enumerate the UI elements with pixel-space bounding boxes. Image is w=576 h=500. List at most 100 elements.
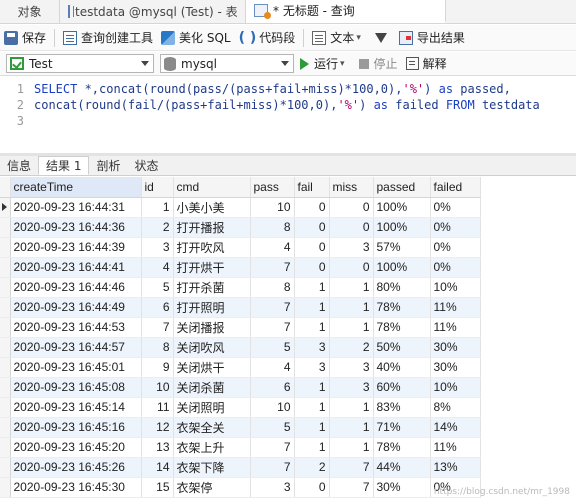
column-header-passed[interactable]: passed xyxy=(373,177,431,198)
save-button[interactable]: 保存 xyxy=(4,29,46,46)
cell-cmd[interactable]: 打开播报 xyxy=(173,217,251,238)
column-header-id[interactable]: id xyxy=(141,177,174,198)
cell-id[interactable]: 14 xyxy=(141,457,174,478)
cell-createtime[interactable]: 2020-09-23 16:44:39 xyxy=(10,237,142,258)
cell-cmd[interactable]: 关闭播报 xyxy=(173,317,251,338)
cell-passed[interactable]: 30% xyxy=(373,477,431,498)
cell-miss[interactable]: 0 xyxy=(329,217,374,238)
query-builder-button[interactable]: 查询创建工具 xyxy=(63,29,153,46)
cell-cmd[interactable]: 衣架上升 xyxy=(173,437,251,458)
cell-pass[interactable]: 4 xyxy=(250,237,295,258)
cell-failed[interactable]: 14% xyxy=(430,417,481,438)
cell-id[interactable]: 12 xyxy=(141,417,174,438)
beautify-sql-button[interactable]: 美化 SQL xyxy=(161,29,231,46)
row-header[interactable] xyxy=(0,477,11,498)
cell-pass[interactable]: 7 xyxy=(250,437,295,458)
table-row[interactable]: 2020-09-23 16:44:31 1 小美小美 10 0 0 100% 0% xyxy=(0,197,481,218)
column-header-createtime[interactable]: createTime xyxy=(10,177,142,198)
cell-failed[interactable]: 0% xyxy=(430,257,481,278)
cell-cmd[interactable]: 关闭烘干 xyxy=(173,357,251,378)
cell-passed[interactable]: 71% xyxy=(373,417,431,438)
cell-failed[interactable]: 0% xyxy=(430,237,481,258)
cell-miss[interactable]: 1 xyxy=(329,437,374,458)
cell-fail[interactable]: 1 xyxy=(294,417,330,438)
cell-fail[interactable]: 1 xyxy=(294,277,330,298)
cell-failed[interactable]: 11% xyxy=(430,297,481,318)
cell-createtime[interactable]: 2020-09-23 16:44:49 xyxy=(10,297,142,318)
text-dropdown-icon[interactable]: ▾ xyxy=(356,33,361,43)
tab-objects[interactable]: 对象 xyxy=(0,0,60,23)
cell-fail[interactable]: 0 xyxy=(294,197,330,218)
cell-pass[interactable]: 8 xyxy=(250,277,295,298)
row-header[interactable] xyxy=(0,257,11,278)
table-row[interactable]: 2020-09-23 16:44:49 6 打开照明 7 1 1 78% 11% xyxy=(0,297,481,318)
row-header[interactable] xyxy=(0,217,11,238)
cell-createtime[interactable]: 2020-09-23 16:44:57 xyxy=(10,337,142,358)
cell-fail[interactable]: 3 xyxy=(294,337,330,358)
cell-pass[interactable]: 6 xyxy=(250,377,295,398)
row-header[interactable] xyxy=(0,437,11,458)
cell-id[interactable]: 7 xyxy=(141,317,174,338)
cell-miss[interactable]: 1 xyxy=(329,417,374,438)
table-row[interactable]: 2020-09-23 16:44:46 5 打开杀菌 8 1 1 80% 10% xyxy=(0,277,481,298)
cell-id[interactable]: 10 xyxy=(141,377,174,398)
cell-failed[interactable]: 10% xyxy=(430,377,481,398)
database-select[interactable]: mysql xyxy=(160,54,294,73)
cell-cmd[interactable]: 打开烘干 xyxy=(173,257,251,278)
table-row[interactable]: 2020-09-23 16:45:26 14 衣架下降 7 2 7 44% 13% xyxy=(0,457,481,478)
table-row[interactable]: 2020-09-23 16:45:08 10 关闭杀菌 6 1 3 60% 10% xyxy=(0,377,481,398)
cell-fail[interactable]: 0 xyxy=(294,257,330,278)
cell-cmd[interactable]: 打开吹风 xyxy=(173,237,251,258)
cell-miss[interactable]: 1 xyxy=(329,317,374,338)
row-header[interactable] xyxy=(0,337,11,358)
cell-miss[interactable]: 1 xyxy=(329,277,374,298)
cell-fail[interactable]: 0 xyxy=(294,217,330,238)
cell-failed[interactable]: 13% xyxy=(430,457,481,478)
cell-pass[interactable]: 8 xyxy=(250,217,295,238)
code-snippet-button[interactable]: ( ) 代码段 xyxy=(239,29,296,46)
cell-miss[interactable]: 0 xyxy=(329,257,374,278)
cell-cmd[interactable]: 小美小美 xyxy=(173,197,251,218)
column-header-failed[interactable]: failed xyxy=(430,177,481,198)
table-row[interactable]: 2020-09-23 16:44:57 8 关闭吹风 5 3 2 50% 30% xyxy=(0,337,481,358)
cell-failed[interactable]: 0% xyxy=(430,217,481,238)
run-button[interactable]: 运行 ▾ xyxy=(300,55,351,72)
tab-status[interactable]: 状态 xyxy=(127,156,165,175)
column-header-miss[interactable]: miss xyxy=(329,177,374,198)
cell-fail[interactable]: 0 xyxy=(294,477,330,498)
column-header-fail[interactable]: fail xyxy=(294,177,330,198)
cell-createtime[interactable]: 2020-09-23 16:45:14 xyxy=(10,397,142,418)
cell-pass[interactable]: 4 xyxy=(250,357,295,378)
cell-pass[interactable]: 10 xyxy=(250,397,295,418)
cell-miss[interactable]: 3 xyxy=(329,357,374,378)
cell-createtime[interactable]: 2020-09-23 16:45:20 xyxy=(10,437,142,458)
row-header[interactable] xyxy=(0,317,11,338)
explain-button[interactable]: 解释 xyxy=(405,55,447,72)
cell-failed[interactable]: 11% xyxy=(430,317,481,338)
cell-createtime[interactable]: 2020-09-23 16:44:41 xyxy=(10,257,142,278)
text-button[interactable]: 文本 ▾ xyxy=(312,29,367,46)
cell-passed[interactable]: 40% xyxy=(373,357,431,378)
cell-passed[interactable]: 60% xyxy=(373,377,431,398)
tab-testdata-table[interactable]: testdata @mysql (Test) - 表 xyxy=(60,0,246,23)
cell-passed[interactable]: 78% xyxy=(373,437,431,458)
tab-untitled-query[interactable]: * 无标题 - 查询 xyxy=(246,0,446,23)
cell-cmd[interactable]: 衣架全关 xyxy=(173,417,251,438)
cell-failed[interactable]: 30% xyxy=(430,357,481,378)
export-results-button[interactable]: 导出结果 xyxy=(398,29,465,46)
sql-editor[interactable]: 1 SELECT *,concat(round(pass/(pass+fail+m… xyxy=(0,77,576,155)
cell-createtime[interactable]: 2020-09-23 16:45:30 xyxy=(10,477,142,498)
cell-pass[interactable]: 3 xyxy=(250,477,295,498)
cell-pass[interactable]: 5 xyxy=(250,417,295,438)
cell-id[interactable]: 11 xyxy=(141,397,174,418)
cell-createtime[interactable]: 2020-09-23 16:44:31 xyxy=(10,197,142,218)
cell-pass[interactable]: 10 xyxy=(250,197,295,218)
cell-id[interactable]: 1 xyxy=(141,197,174,218)
editor-line[interactable]: 2 concat(round(fail/(pass+fail+miss)*100,… xyxy=(0,97,540,113)
stop-button[interactable]: 停止 xyxy=(358,55,398,72)
editor-line[interactable]: 3 xyxy=(0,113,34,129)
row-header[interactable] xyxy=(0,237,11,258)
cell-fail[interactable]: 0 xyxy=(294,237,330,258)
row-header[interactable] xyxy=(0,297,11,318)
cell-pass[interactable]: 5 xyxy=(250,337,295,358)
